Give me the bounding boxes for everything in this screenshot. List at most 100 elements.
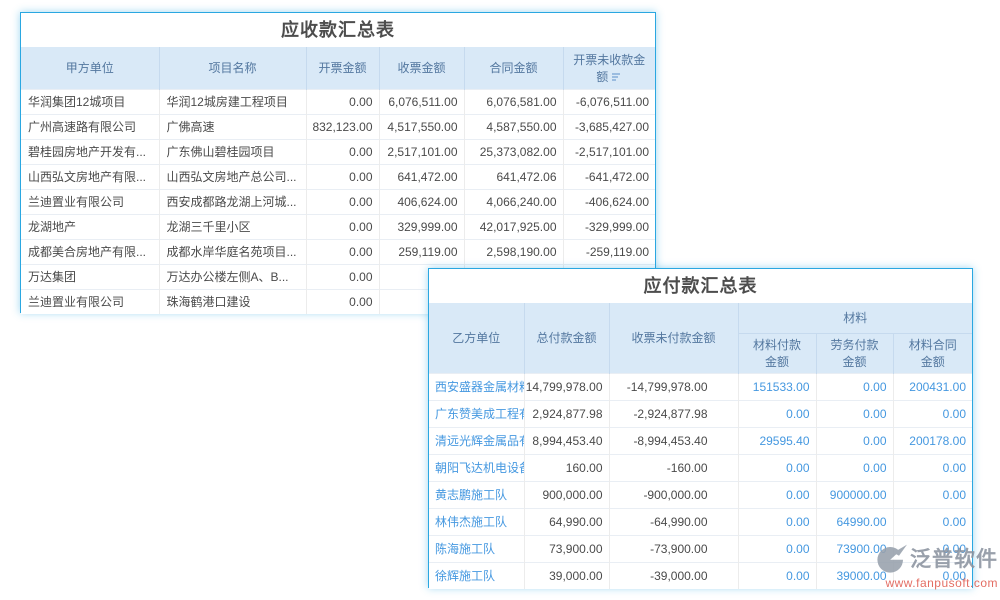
table-cell[interactable]: 黄志鹏施工队 <box>429 481 524 508</box>
table-row[interactable]: 华润集团12城项目华润12城房建工程项目0.006,076,511.006,07… <box>21 89 655 114</box>
table-cell: 成都水岸华庭名苑项目... <box>159 239 306 264</box>
table-row[interactable]: 清远光辉金属品有限8,994,453.40-8,994,453.4029595.… <box>429 427 972 454</box>
fanpu-logo-icon <box>874 543 908 575</box>
table-cell[interactable]: 0.00 <box>738 508 816 535</box>
table-cell[interactable]: 0.00 <box>816 454 893 481</box>
table-cell: 珠海鹤港口建设 <box>159 289 306 314</box>
table-cell: 6,076,511.00 <box>379 89 464 114</box>
table-cell: 4,517,550.00 <box>379 114 464 139</box>
table-row[interactable]: 朝阳飞达机电设备有160.00-160.000.000.000.00 <box>429 454 972 481</box>
table-cell[interactable]: 200431.00 <box>893 373 972 400</box>
table-cell: 0.00 <box>306 89 379 114</box>
table-cell[interactable]: 0.00 <box>738 535 816 562</box>
table-cell: -2,924,877.98 <box>609 400 738 427</box>
table-row[interactable]: 黄志鹏施工队900,000.00-900,000.000.00900000.00… <box>429 481 972 508</box>
watermark-brand: 泛普软件 <box>910 549 998 570</box>
table-cell: 兰迪置业有限公司 <box>21 289 159 314</box>
table-cell[interactable]: 0.00 <box>816 373 893 400</box>
receivables-title: 应收款汇总表 <box>21 13 655 47</box>
table-cell: 广东佛山碧桂园项目 <box>159 139 306 164</box>
table-row[interactable]: 碧桂园房地产开发有...广东佛山碧桂园项目0.002,517,101.0025,… <box>21 139 655 164</box>
table-row[interactable]: 广州高速路有限公司广佛高速832,123.004,517,550.004,587… <box>21 114 655 139</box>
table-row[interactable]: 兰迪置业有限公司西安成都路龙湖上河城...0.00406,624.004,066… <box>21 189 655 214</box>
table-cell[interactable]: 清远光辉金属品有限 <box>429 427 524 454</box>
table-cell: -14,799,978.00 <box>609 373 738 400</box>
table-row[interactable]: 林伟杰施工队64,990.00-64,990.000.0064990.000.0… <box>429 508 972 535</box>
table-cell: 龙湖三千里小区 <box>159 214 306 239</box>
table-cell: 406,624.00 <box>379 189 464 214</box>
table-cell[interactable]: 0.00 <box>893 400 972 427</box>
col-group-header-material[interactable]: 材料 <box>738 303 972 333</box>
table-cell: 900,000.00 <box>524 481 609 508</box>
table-cell[interactable]: 0.00 <box>738 454 816 481</box>
table-row[interactable]: 龙湖地产龙湖三千里小区0.00329,999.0042,017,925.00-3… <box>21 214 655 239</box>
table-cell: 0.00 <box>306 214 379 239</box>
table-cell: 329,999.00 <box>379 214 464 239</box>
col-header-receipt-amount[interactable]: 收票金额 <box>379 47 464 89</box>
table-cell[interactable]: 900000.00 <box>816 481 893 508</box>
col-header-material-payment[interactable]: 材料付款金额 <box>738 333 816 373</box>
col-header-material-contract[interactable]: 材料合同金额 <box>893 333 972 373</box>
table-cell: 4,066,240.00 <box>464 189 563 214</box>
table-cell[interactable]: 151533.00 <box>738 373 816 400</box>
table-cell[interactable]: 0.00 <box>738 400 816 427</box>
table-cell: 14,799,978.00 <box>524 373 609 400</box>
table-cell: -259,119.00 <box>563 239 655 264</box>
table-cell: 华润12城房建工程项目 <box>159 89 306 114</box>
table-cell[interactable]: 0.00 <box>893 454 972 481</box>
col-header-party-a[interactable]: 甲方单位 <box>21 47 159 89</box>
table-cell[interactable]: 64990.00 <box>816 508 893 535</box>
table-cell: 73,900.00 <box>524 535 609 562</box>
table-cell: -2,517,101.00 <box>563 139 655 164</box>
table-cell[interactable]: 0.00 <box>816 427 893 454</box>
table-row[interactable]: 西安盛器金属材料有14,799,978.00-14,799,978.001515… <box>429 373 972 400</box>
table-cell: -3,685,427.00 <box>563 114 655 139</box>
col-header-invoiced-unpaid[interactable]: 收票未付款金额 <box>609 303 738 373</box>
payables-header-group-row: 乙方单位 总付款金额 收票未付款金额 材料 <box>429 303 972 333</box>
col-header-labor-payment[interactable]: 劳务付款金额 <box>816 333 893 373</box>
table-cell: 0.00 <box>306 139 379 164</box>
sort-icon[interactable] <box>611 72 622 82</box>
table-cell: 641,472.00 <box>379 164 464 189</box>
table-cell: 641,472.06 <box>464 164 563 189</box>
col-header-contract-amount[interactable]: 合同金额 <box>464 47 563 89</box>
table-cell: 6,076,581.00 <box>464 89 563 114</box>
table-cell[interactable]: 西安盛器金属材料有 <box>429 373 524 400</box>
table-cell[interactable]: 朝阳飞达机电设备有 <box>429 454 524 481</box>
table-cell: 龙湖地产 <box>21 214 159 239</box>
table-cell: -73,900.00 <box>609 535 738 562</box>
table-cell[interactable]: 广东赞美成工程有限 <box>429 400 524 427</box>
col-header-invoiced-amount[interactable]: 开票金额 <box>306 47 379 89</box>
table-cell: 64,990.00 <box>524 508 609 535</box>
table-cell: 0.00 <box>306 164 379 189</box>
table-cell: 8,994,453.40 <box>524 427 609 454</box>
table-cell: 山西弘文房地产有限... <box>21 164 159 189</box>
table-cell[interactable]: 陈海施工队 <box>429 535 524 562</box>
table-cell: 0.00 <box>306 239 379 264</box>
table-cell: 259,119.00 <box>379 239 464 264</box>
table-cell[interactable]: 林伟杰施工队 <box>429 508 524 535</box>
table-cell: 0.00 <box>306 264 379 289</box>
col-header-total-payment[interactable]: 总付款金额 <box>524 303 609 373</box>
table-cell[interactable]: 0.00 <box>893 508 972 535</box>
table-cell[interactable]: 200178.00 <box>893 427 972 454</box>
table-cell[interactable]: 徐辉施工队 <box>429 562 524 589</box>
table-cell[interactable]: 0.00 <box>893 481 972 508</box>
table-row[interactable]: 山西弘文房地产有限...山西弘文房地产总公司...0.00641,472.006… <box>21 164 655 189</box>
table-cell[interactable]: 29595.40 <box>738 427 816 454</box>
table-cell: 2,924,877.98 <box>524 400 609 427</box>
table-row[interactable]: 成都美合房地产有限...成都水岸华庭名苑项目...0.00259,119.002… <box>21 239 655 264</box>
col-header-project-name[interactable]: 项目名称 <box>159 47 306 89</box>
payables-title: 应付款汇总表 <box>429 269 972 303</box>
table-cell[interactable]: 0.00 <box>738 562 816 589</box>
col-header-invoiced-unreceived[interactable]: 开票未收款金额 <box>563 47 655 89</box>
table-cell[interactable]: 0.00 <box>816 400 893 427</box>
table-cell[interactable]: 0.00 <box>738 481 816 508</box>
col-header-party-b[interactable]: 乙方单位 <box>429 303 524 373</box>
table-cell: 160.00 <box>524 454 609 481</box>
table-row[interactable]: 广东赞美成工程有限2,924,877.98-2,924,877.980.000.… <box>429 400 972 427</box>
payables-summary-panel: 应付款汇总表 乙方单位 总付款金额 收票未付款金额 材料 材料付款金额 劳务付款… <box>428 268 973 588</box>
table-cell: 西安成都路龙湖上河城... <box>159 189 306 214</box>
table-cell: 0.00 <box>306 189 379 214</box>
table-cell: -329,999.00 <box>563 214 655 239</box>
